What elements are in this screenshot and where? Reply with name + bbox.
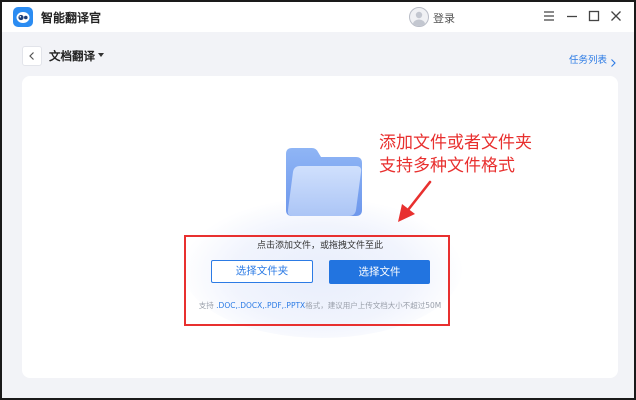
page-title[interactable]: 文档翻译 [49,48,95,64]
support-prefix: 支持 [198,301,214,310]
title-bar: 智能翻译官 登录 [2,2,634,32]
support-suffix: 格式，建议用户上传文档大小不超过50M [305,301,442,310]
support-formats: .DOC,.DOCX,.PDF,.PPTX [216,301,306,310]
translation-panel: 添加文件或者文件夹 支持多种文件格式 点击添加文件，或拖拽文件至此 选择文件夹 … [22,76,618,378]
select-folder-button[interactable]: 选择文件夹 [211,260,313,283]
caret-down-icon[interactable] [98,53,104,57]
user-avatar-icon[interactable] [409,7,429,27]
select-file-button[interactable]: 选择文件 [329,260,430,284]
task-list-link[interactable]: 任务列表 [569,52,607,66]
drop-hint: 点击添加文件，或拖拽文件至此 [256,241,383,251]
sub-header: 文档翻译 任务列表 [2,32,634,80]
maximize-icon[interactable] [586,8,602,24]
login-link[interactable]: 登录 [433,10,455,26]
folder-icon [284,146,362,222]
annotation-line-1: 添加文件或者文件夹 [379,133,532,153]
annotation-arrow-icon [394,180,434,228]
chevron-right-icon[interactable] [609,53,617,72]
menu-icon[interactable] [541,8,557,24]
annotation-line-2: 支持多种文件格式 [379,156,515,176]
app-logo-icon [13,7,33,27]
back-button[interactable] [22,46,42,66]
minimize-icon[interactable] [564,8,580,24]
close-icon[interactable] [608,8,624,24]
app-window: 智能翻译官 登录 文档翻译 任务列表 添加文件或者文件夹 支持多种文件格式 点击… [0,0,636,400]
supported-formats-text: 支持 .DOC,.DOCX,.PDF,.PPTX格式，建议用户上传文档大小不超过… [22,300,618,311]
annotation-text: 添加文件或者文件夹 支持多种文件格式 [379,132,532,178]
app-title: 智能翻译官 [41,11,102,25]
